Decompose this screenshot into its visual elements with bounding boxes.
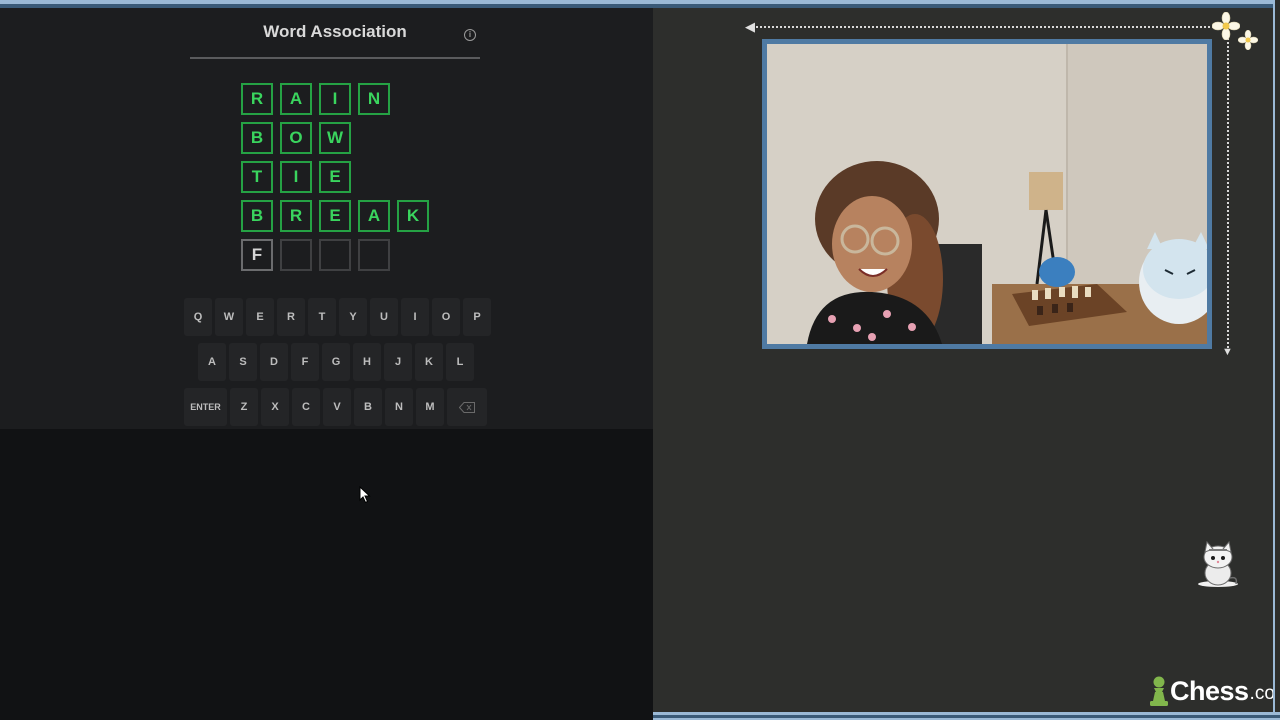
- key[interactable]: A: [198, 343, 226, 381]
- key[interactable]: D: [260, 343, 288, 381]
- letter-tile: R: [280, 200, 312, 232]
- flower-icon: [1212, 12, 1240, 40]
- info-icon[interactable]: i: [464, 29, 476, 41]
- letter-tile: W: [319, 122, 351, 154]
- letter-tile: K: [397, 200, 429, 232]
- letter-tile: T: [241, 161, 273, 193]
- word-row-4: B R E A K: [241, 200, 429, 232]
- letter-tile: I: [319, 83, 351, 115]
- game-title: Word Association: [263, 22, 407, 41]
- letter-tile: O: [280, 122, 312, 154]
- letter-tile: B: [241, 122, 273, 154]
- key[interactable]: E: [246, 298, 274, 336]
- backspace-key[interactable]: [447, 388, 487, 426]
- mouse-cursor-icon: [359, 486, 371, 504]
- letter-tile-empty[interactable]: [280, 239, 312, 271]
- pawn-logo-icon: [1150, 676, 1168, 706]
- letter-tile: E: [319, 200, 351, 232]
- cat-sticker-icon: [1198, 540, 1238, 587]
- keyboard-row-1: Q W E R T Y U I O P: [184, 298, 491, 336]
- key[interactable]: Z: [230, 388, 258, 426]
- key[interactable]: G: [322, 343, 350, 381]
- word-row-5-active: F: [241, 239, 429, 271]
- letter-tile: R: [241, 83, 273, 115]
- backspace-icon: [459, 401, 475, 413]
- bottom-accent-strip: [653, 712, 1280, 720]
- webcam-feed: [762, 39, 1212, 349]
- word-game-panel: Word Association i R A I N B O W T I E B: [0, 8, 653, 720]
- word-row-2: B O W: [241, 122, 429, 154]
- key[interactable]: X: [261, 388, 289, 426]
- key[interactable]: I: [401, 298, 429, 336]
- key[interactable]: J: [384, 343, 412, 381]
- key[interactable]: F: [291, 343, 319, 381]
- dotted-border-right: [1227, 26, 1229, 352]
- letter-tile: E: [319, 161, 351, 193]
- key[interactable]: P: [463, 298, 491, 336]
- letter-tile-empty[interactable]: [319, 239, 351, 271]
- right-edge-border: [1273, 0, 1280, 720]
- word-row-3: T I E: [241, 161, 429, 193]
- key[interactable]: Q: [184, 298, 212, 336]
- key[interactable]: U: [370, 298, 398, 336]
- key[interactable]: K: [415, 343, 443, 381]
- key[interactable]: T: [308, 298, 336, 336]
- enter-key[interactable]: ENTER: [184, 388, 227, 426]
- key[interactable]: B: [354, 388, 382, 426]
- dotted-border-top: [752, 26, 1226, 28]
- letter-tile: B: [241, 200, 273, 232]
- key[interactable]: N: [385, 388, 413, 426]
- key[interactable]: L: [446, 343, 474, 381]
- chess-com-logo: Chess .com: [1148, 675, 1280, 707]
- word-grid: R A I N B O W T I E B R E A K F: [241, 83, 429, 278]
- brand-name: Chess: [1170, 675, 1249, 706]
- keyboard-row-2: A S D F G H J K L: [184, 343, 491, 381]
- key[interactable]: V: [323, 388, 351, 426]
- key[interactable]: R: [277, 298, 305, 336]
- arrow-down-icon: ▼: [1222, 346, 1233, 358]
- word-row-1: R A I N: [241, 83, 429, 115]
- letter-tile: A: [280, 83, 312, 115]
- key[interactable]: M: [416, 388, 444, 426]
- key[interactable]: W: [215, 298, 243, 336]
- letter-tile: A: [358, 200, 390, 232]
- on-screen-keyboard: Q W E R T Y U I O P A S D F G H J K L EN…: [184, 298, 491, 433]
- letter-tile: N: [358, 83, 390, 115]
- key[interactable]: O: [432, 298, 460, 336]
- key[interactable]: C: [292, 388, 320, 426]
- arrow-left-icon: ◀: [745, 19, 755, 34]
- key[interactable]: S: [229, 343, 257, 381]
- flower-icon: [1238, 30, 1258, 50]
- letter-tile-empty[interactable]: [358, 239, 390, 271]
- webcam-scene: [767, 44, 1207, 344]
- keyboard-row-3: ENTER Z X C V B N M: [184, 388, 491, 426]
- key[interactable]: H: [353, 343, 381, 381]
- key[interactable]: Y: [339, 298, 367, 336]
- title-divider: [190, 57, 480, 59]
- game-board-area: Word Association i R A I N B O W T I E B: [0, 8, 653, 429]
- letter-tile-active[interactable]: F: [241, 239, 273, 271]
- letter-tile: I: [280, 161, 312, 193]
